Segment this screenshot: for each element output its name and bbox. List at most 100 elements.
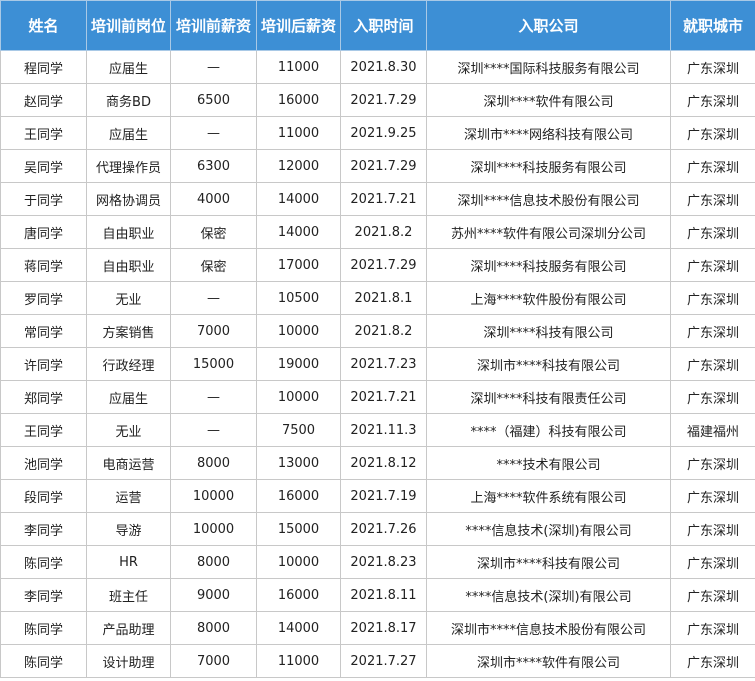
cell-prev-salary: — bbox=[170, 413, 257, 447]
cell-new-salary: 16000 bbox=[256, 83, 341, 117]
cell-new-salary: 12000 bbox=[256, 149, 341, 183]
cell-prev-salary: — bbox=[170, 116, 257, 150]
cell-company: ****信息技术(深圳)有限公司 bbox=[426, 578, 671, 612]
cell-prev-salary: — bbox=[170, 281, 257, 315]
cell-hire-date: 2021.11.3 bbox=[340, 413, 427, 447]
cell-new-salary: 10500 bbox=[256, 281, 341, 315]
header-prev-salary: 培训前薪资 bbox=[170, 0, 257, 51]
cell-hire-date: 2021.7.29 bbox=[340, 248, 427, 282]
cell-new-salary: 17000 bbox=[256, 248, 341, 282]
cell-prev-position: 应届生 bbox=[86, 380, 171, 414]
cell-new-salary: 10000 bbox=[256, 545, 341, 579]
cell-hire-date: 2021.9.25 bbox=[340, 116, 427, 150]
cell-prev-salary: 7000 bbox=[170, 644, 257, 678]
cell-hire-date: 2021.8.11 bbox=[340, 578, 427, 612]
cell-name: 李同学 bbox=[0, 578, 87, 612]
cell-hire-date: 2021.8.2 bbox=[340, 314, 427, 348]
cell-hire-date: 2021.7.21 bbox=[340, 182, 427, 216]
cell-new-salary: 11000 bbox=[256, 644, 341, 678]
cell-city: 广东深圳 bbox=[670, 446, 755, 480]
cell-name: 于同学 bbox=[0, 182, 87, 216]
cell-new-salary: 16000 bbox=[256, 578, 341, 612]
cell-hire-date: 2021.7.19 bbox=[340, 479, 427, 513]
cell-new-salary: 10000 bbox=[256, 314, 341, 348]
cell-city: 广东深圳 bbox=[670, 578, 755, 612]
table-row: 蒋同学 自由职业 保密 17000 2021.7.29 深圳****科技服务有限公司 广东深… bbox=[0, 248, 755, 282]
cell-prev-salary: 8000 bbox=[170, 446, 257, 480]
cell-prev-position: 应届生 bbox=[86, 116, 171, 150]
cell-prev-position: 自由职业 bbox=[86, 248, 171, 282]
cell-prev-position: 网格协调员 bbox=[86, 182, 171, 216]
cell-city: 广东深圳 bbox=[670, 116, 755, 150]
cell-prev-position: 班主任 bbox=[86, 578, 171, 612]
cell-name: 蒋同学 bbox=[0, 248, 87, 282]
cell-hire-date: 2021.7.27 bbox=[340, 644, 427, 678]
cell-hire-date: 2021.7.29 bbox=[340, 83, 427, 117]
cell-company: 深圳****科技有限责任公司 bbox=[426, 380, 671, 414]
cell-company: ****（福建）科技有限公司 bbox=[426, 413, 671, 447]
cell-name: 常同学 bbox=[0, 314, 87, 348]
cell-name: 王同学 bbox=[0, 413, 87, 447]
cell-company: 苏州****软件有限公司深圳分公司 bbox=[426, 215, 671, 249]
cell-name: 池同学 bbox=[0, 446, 87, 480]
cell-prev-position: 方案销售 bbox=[86, 314, 171, 348]
cell-company: ****技术有限公司 bbox=[426, 446, 671, 480]
cell-prev-salary: 10000 bbox=[170, 479, 257, 513]
cell-prev-salary: 保密 bbox=[170, 248, 257, 282]
table-row: 赵同学 商务BD 6500 16000 2021.7.29 深圳****软件有限公司 广东深… bbox=[0, 83, 755, 117]
cell-company: 深圳市****网络科技有限公司 bbox=[426, 116, 671, 150]
header-row: 姓名 培训前岗位 培训前薪资 培训后薪资 入职时间 入职公司 就职城市 bbox=[0, 0, 755, 51]
table-row: 陈同学 产品助理 8000 14000 2021.8.17 深圳市****信息技术股份有限… bbox=[0, 611, 755, 645]
cell-prev-salary: 6500 bbox=[170, 83, 257, 117]
cell-prev-position: 设计助理 bbox=[86, 644, 171, 678]
cell-company: ****信息技术(深圳)有限公司 bbox=[426, 512, 671, 546]
cell-city: 广东深圳 bbox=[670, 314, 755, 348]
cell-new-salary: 11000 bbox=[256, 50, 341, 84]
cell-name: 赵同学 bbox=[0, 83, 87, 117]
cell-name: 程同学 bbox=[0, 50, 87, 84]
cell-prev-position: 产品助理 bbox=[86, 611, 171, 645]
table-row: 于同学 网格协调员 4000 14000 2021.7.21 深圳****信息技术股份有限… bbox=[0, 182, 755, 216]
cell-company: 深圳市****科技有限公司 bbox=[426, 347, 671, 381]
table-row: 池同学 电商运营 8000 13000 2021.8.12 ****技术有限公司 广东深圳 bbox=[0, 446, 755, 480]
cell-name: 段同学 bbox=[0, 479, 87, 513]
cell-city: 广东深圳 bbox=[670, 215, 755, 249]
table-row: 吴同学 代理操作员 6300 12000 2021.7.29 深圳****科技服务有限公司… bbox=[0, 149, 755, 183]
cell-new-salary: 14000 bbox=[256, 182, 341, 216]
cell-prev-position: HR bbox=[86, 545, 171, 579]
cell-company: 深圳****软件有限公司 bbox=[426, 83, 671, 117]
cell-prev-salary: — bbox=[170, 380, 257, 414]
cell-prev-position: 无业 bbox=[86, 413, 171, 447]
table-row: 程同学 应届生 —11000 2021.8.30 深圳****国际科技服务有限公司 广东深… bbox=[0, 50, 755, 84]
table-row: 李同学 导游 10000 15000 2021.7.26 ****信息技术(深圳)有限公司… bbox=[0, 512, 755, 546]
cell-prev-position: 电商运营 bbox=[86, 446, 171, 480]
cell-new-salary: 7500 bbox=[256, 413, 341, 447]
table-row: 段同学 运营 10000 16000 2021.7.19 上海****软件系统有限公司 广东… bbox=[0, 479, 755, 513]
table-body: 程同学 应届生 —11000 2021.8.30 深圳****国际科技服务有限公司 广东深… bbox=[0, 50, 755, 678]
cell-name: 许同学 bbox=[0, 347, 87, 381]
cell-name: 唐同学 bbox=[0, 215, 87, 249]
cell-hire-date: 2021.8.1 bbox=[340, 281, 427, 315]
cell-city: 福建福州 bbox=[670, 413, 755, 447]
cell-name: 郑同学 bbox=[0, 380, 87, 414]
table-row: 罗同学 无业 —10500 2021.8.1 上海****软件股份有限公司 广东深圳 bbox=[0, 281, 755, 315]
header-prev-position: 培训前岗位 bbox=[86, 0, 171, 51]
cell-company: 深圳****国际科技服务有限公司 bbox=[426, 50, 671, 84]
cell-company: 深圳****科技服务有限公司 bbox=[426, 149, 671, 183]
cell-company: 深圳市****科技有限公司 bbox=[426, 545, 671, 579]
cell-prev-position: 导游 bbox=[86, 512, 171, 546]
cell-company: 深圳****信息技术股份有限公司 bbox=[426, 182, 671, 216]
header-company: 入职公司 bbox=[426, 0, 671, 51]
cell-hire-date: 2021.7.26 bbox=[340, 512, 427, 546]
cell-hire-date: 2021.8.23 bbox=[340, 545, 427, 579]
cell-company: 上海****软件系统有限公司 bbox=[426, 479, 671, 513]
cell-prev-salary: 4000 bbox=[170, 182, 257, 216]
cell-hire-date: 2021.7.21 bbox=[340, 380, 427, 414]
cell-company: 深圳****科技有限公司 bbox=[426, 314, 671, 348]
cell-city: 广东深圳 bbox=[670, 281, 755, 315]
cell-new-salary: 11000 bbox=[256, 116, 341, 150]
table-row: 王同学 无业 —7500 2021.11.3 ****（福建）科技有限公司 福建福州 bbox=[0, 413, 755, 447]
cell-city: 广东深圳 bbox=[670, 644, 755, 678]
cell-company: 深圳****科技服务有限公司 bbox=[426, 248, 671, 282]
cell-new-salary: 19000 bbox=[256, 347, 341, 381]
